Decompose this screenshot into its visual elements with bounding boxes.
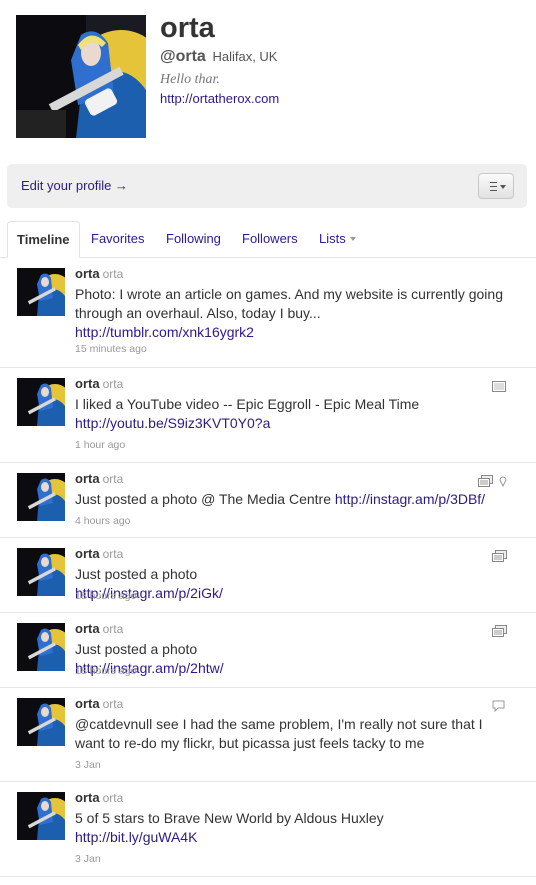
- tweet-author: orta orta: [75, 266, 123, 281]
- tab-favorites[interactable]: Favorites: [91, 221, 144, 256]
- video-icon: [492, 379, 506, 397]
- profile-avatar[interactable]: [16, 15, 146, 138]
- tweet-avatar[interactable]: [17, 792, 65, 840]
- tweet-timestamp[interactable]: 18 hours ago: [75, 590, 136, 602]
- profile-handle-location: @orta Halifax, UK: [160, 48, 277, 66]
- chevron-down-icon: [349, 237, 356, 241]
- tweet-author-name[interactable]: orta: [75, 471, 100, 486]
- tweet-link[interactable]: http://instagr.am/p/3DBf/: [335, 491, 485, 507]
- tweet-text-body: Just posted a photo @ The Media Centre: [75, 491, 331, 507]
- tweet-author: orta orta: [75, 546, 123, 561]
- profile-header: orta @orta Halifax, UK Hello thar. http:…: [0, 0, 536, 150]
- profile-name: orta: [160, 12, 215, 44]
- tweet-author: orta orta: [75, 471, 123, 486]
- tab-label: Followers: [242, 231, 298, 246]
- tweet-text-body: Just posted a photo: [75, 641, 198, 657]
- tweet-text-body: @catdevnull see I had the same problem, …: [75, 716, 483, 751]
- tweet-screen-name[interactable]: orta: [103, 377, 124, 391]
- tweet-text: I liked a YouTube video -- Epic Eggroll …: [75, 395, 515, 433]
- tweet-screen-name[interactable]: orta: [103, 697, 124, 711]
- tab-timeline[interactable]: Timeline: [7, 221, 80, 258]
- tweet-text: Just posted a photo @ The Media Centre h…: [75, 490, 515, 509]
- tweet[interactable]: orta orta Just posted a photo http://instag…: [0, 538, 536, 613]
- tweet-text-body: 5 of 5 stars to Brave New World by Aldou…: [75, 810, 384, 826]
- tweet-timestamp[interactable]: 4 hours ago: [75, 515, 130, 527]
- tweet-link[interactable]: http://youtu.be/S9iz3KVT0Y0?a: [75, 415, 270, 431]
- profile-url-link[interactable]: http://ortatherox.com: [160, 91, 279, 106]
- tweet-text: Just posted a photo http://instagr.am/p/2…: [75, 565, 515, 603]
- reply-bubble-icon: [492, 699, 505, 717]
- profile-handle: @orta: [160, 48, 206, 65]
- tweet-screen-name[interactable]: orta: [103, 622, 124, 636]
- tweet-screen-name[interactable]: orta: [103, 267, 124, 281]
- photo-icon: [492, 549, 507, 567]
- tweet[interactable]: orta orta I liked a YouTube video -- Epic …: [0, 368, 536, 463]
- tab-label: Following: [166, 231, 221, 246]
- tweet-author-name[interactable]: orta: [75, 621, 100, 636]
- tweet-text: Just posted a photo http://instagr.am/p/2…: [75, 640, 515, 678]
- list-icon: [490, 182, 497, 191]
- tweet[interactable]: orta orta 5 of 5 stars to Brave New World …: [0, 782, 536, 877]
- tab-label: Favorites: [91, 231, 145, 246]
- tweet-screen-name[interactable]: orta: [103, 791, 124, 805]
- tweet-screen-name[interactable]: orta: [103, 547, 124, 561]
- tweet-text-body: Just posted a photo: [75, 566, 198, 582]
- tweet-author-name[interactable]: orta: [75, 376, 100, 391]
- tweet[interactable]: orta orta Photo: I wrote an article on gam…: [0, 258, 536, 368]
- tweet[interactable]: orta orta Just posted a photo http://instag…: [0, 613, 536, 688]
- profile-tabs: Timeline Favorites Following Followers L…: [0, 221, 536, 258]
- photo-icon: [492, 624, 507, 642]
- tweet-author: orta orta: [75, 376, 123, 391]
- tweet-author-name[interactable]: orta: [75, 696, 100, 711]
- tweet-text: 5 of 5 stars to Brave New World by Aldou…: [75, 809, 515, 847]
- tab-label: Lists: [319, 231, 346, 246]
- actions-dropdown-button[interactable]: [478, 173, 514, 199]
- tweet-timestamp[interactable]: 18 hours ago: [75, 665, 136, 677]
- tweet-timestamp[interactable]: 3 Jan: [75, 853, 101, 865]
- tweet-avatar[interactable]: [17, 268, 65, 316]
- tweet-author-name[interactable]: orta: [75, 790, 100, 805]
- tweet-avatar[interactable]: [17, 623, 65, 671]
- tweet-author: orta orta: [75, 790, 123, 805]
- tweet-author: orta orta: [75, 696, 123, 711]
- tweet-link[interactable]: http://bit.ly/guWA4K: [75, 829, 197, 845]
- profile-edit-bar: Edit your profile →: [7, 164, 527, 208]
- tweet-avatar[interactable]: [17, 698, 65, 746]
- tweet-author-name[interactable]: orta: [75, 266, 100, 281]
- tweet-link[interactable]: http://tumblr.com/xnk16ygrk2: [75, 324, 254, 340]
- tab-followers[interactable]: Followers: [242, 221, 298, 256]
- tweet-author: orta orta: [75, 621, 123, 636]
- tweet[interactable]: orta orta @catdevnull see I had the same p…: [0, 688, 536, 782]
- tweet[interactable]: orta orta Just posted a photo @ The Media …: [0, 463, 536, 538]
- photo-icon: [478, 474, 493, 492]
- tweet-author-name[interactable]: orta: [75, 546, 100, 561]
- tweet-text-body: I liked a YouTube video -- Epic Eggroll …: [75, 396, 420, 412]
- location-pin-icon: [499, 474, 507, 492]
- tweet-text: Photo: I wrote an article on games. And …: [75, 285, 515, 342]
- tweet-text: @catdevnull see I had the same problem, …: [75, 715, 515, 753]
- tweet-text-body: Photo: I wrote an article on games. And …: [75, 286, 503, 321]
- tweet-timestamp[interactable]: 15 minutes ago: [75, 343, 147, 355]
- profile-location: Halifax, UK: [212, 49, 278, 64]
- tweet-timestamp[interactable]: 3 Jan: [75, 759, 101, 771]
- tab-label: Timeline: [17, 232, 70, 247]
- tweet-avatar[interactable]: [17, 473, 65, 521]
- tweet-screen-name[interactable]: orta: [103, 472, 124, 486]
- tweet-timestamp[interactable]: 1 hour ago: [75, 439, 125, 451]
- chevron-down-icon: [500, 185, 506, 189]
- edit-profile-link[interactable]: Edit your profile →: [21, 178, 128, 193]
- tweet-avatar[interactable]: [17, 548, 65, 596]
- tab-lists[interactable]: Lists: [319, 221, 356, 256]
- tab-following[interactable]: Following: [166, 221, 221, 256]
- tweet-avatar[interactable]: [17, 378, 65, 426]
- profile-bio: Hello thar.: [160, 72, 220, 87]
